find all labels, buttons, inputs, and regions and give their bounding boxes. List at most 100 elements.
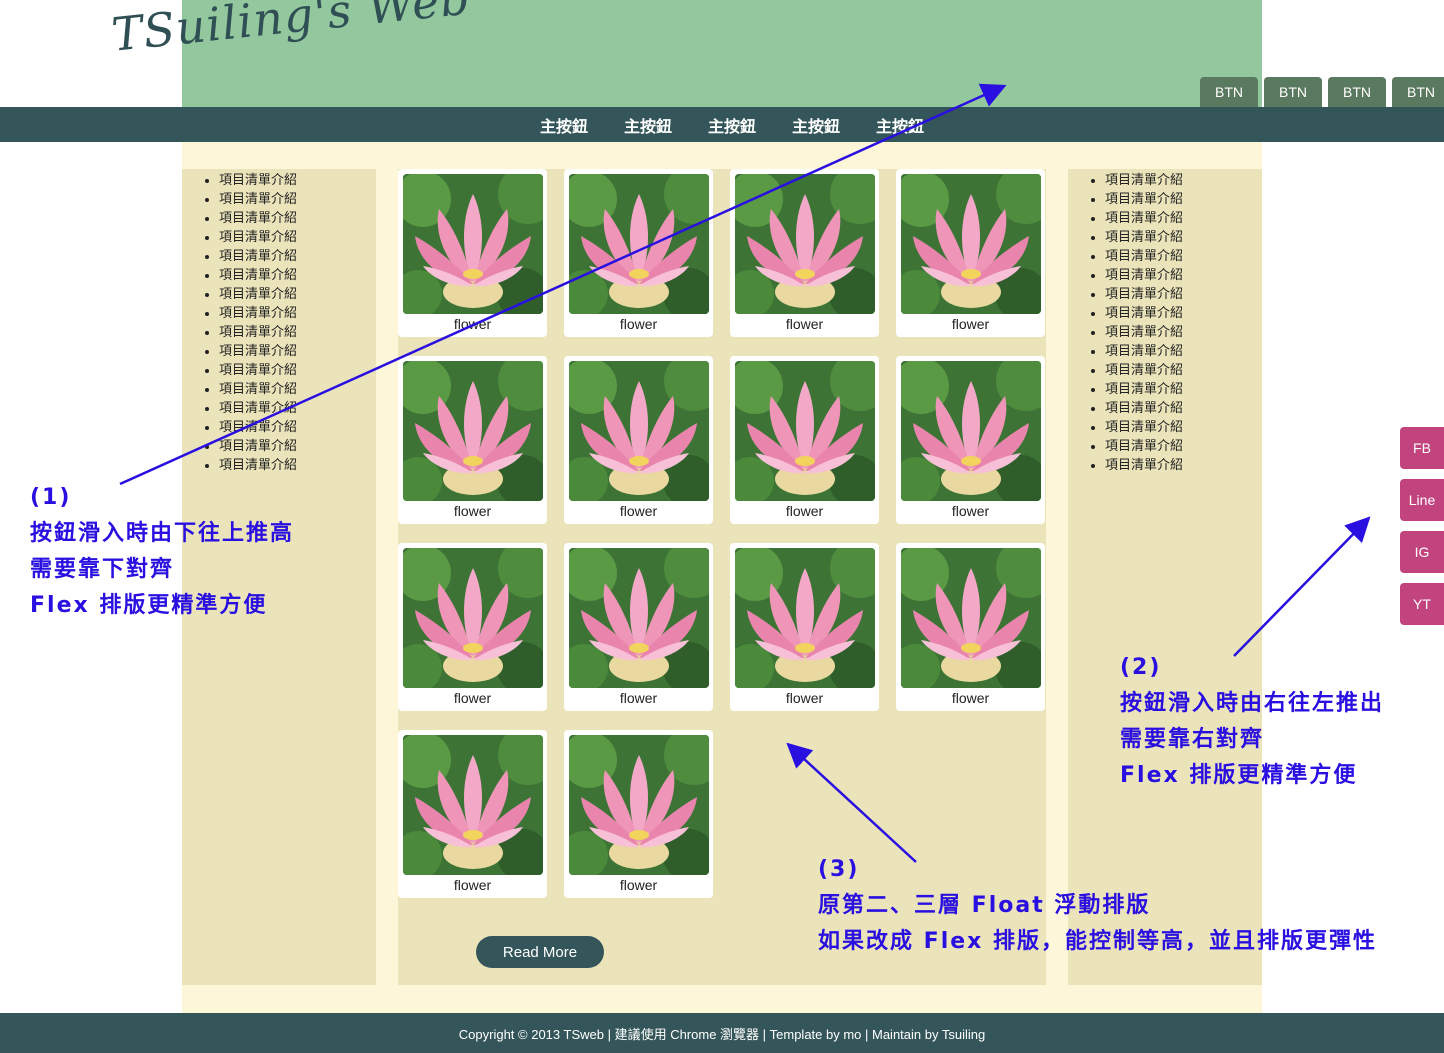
line-button[interactable]: Line xyxy=(1400,479,1444,521)
flower-card[interactable]: flower xyxy=(564,543,713,711)
lotus-image xyxy=(735,548,875,688)
youtube-button[interactable]: YT xyxy=(1400,583,1444,625)
flower-card[interactable]: flower xyxy=(564,730,713,898)
right-sidebar-list: 項目清單介紹 項目清單介紹 項目清單介紹 項目清單介紹 項目清單介紹 項目清單介… xyxy=(1068,171,1262,475)
left-list-item[interactable]: 項目清單介紹 xyxy=(219,190,376,209)
flower-card[interactable]: flower xyxy=(398,169,547,337)
left-list-item[interactable]: 項目清單介紹 xyxy=(219,228,376,247)
note-2-line: 需要靠右對齊 xyxy=(1120,727,1265,752)
nav-item-4[interactable]: 主按鈕 xyxy=(787,113,846,137)
lotus-image xyxy=(403,174,543,314)
left-list-item[interactable]: 項目清單介紹 xyxy=(219,323,376,342)
flower-caption: flower xyxy=(453,690,492,706)
note-1-line: Flex 排版更精準方便 xyxy=(30,593,268,618)
left-list-item[interactable]: 項目清單介紹 xyxy=(219,456,376,475)
left-list-item[interactable]: 項目清單介紹 xyxy=(219,437,376,456)
flower-caption: flower xyxy=(619,877,658,893)
instagram-button[interactable]: IG xyxy=(1400,531,1444,573)
right-list-item[interactable]: 項目清單介紹 xyxy=(1105,228,1262,247)
left-sidebar-list: 項目清單介紹 項目清單介紹 項目清單介紹 項目清單介紹 項目清單介紹 項目清單介… xyxy=(182,171,376,475)
note-3-line: (3) xyxy=(818,857,860,882)
right-list-item[interactable]: 項目清單介紹 xyxy=(1105,171,1262,190)
right-list-item[interactable]: 項目清單介紹 xyxy=(1105,266,1262,285)
flower-card[interactable]: flower xyxy=(564,356,713,524)
note-2-line: Flex 排版更精準方便 xyxy=(1120,763,1358,788)
right-list-item[interactable]: 項目清單介紹 xyxy=(1105,247,1262,266)
top-button-3[interactable]: BTN xyxy=(1328,77,1386,107)
right-list-item[interactable]: 項目清單介紹 xyxy=(1105,418,1262,437)
lotus-image xyxy=(403,548,543,688)
flower-caption: flower xyxy=(453,316,492,332)
flower-card[interactable]: flower xyxy=(730,169,879,337)
right-list-item[interactable]: 項目清單介紹 xyxy=(1105,380,1262,399)
left-list-item[interactable]: 項目清單介紹 xyxy=(219,380,376,399)
flower-caption: flower xyxy=(453,503,492,519)
right-list-item[interactable]: 項目清單介紹 xyxy=(1105,285,1262,304)
left-list-item[interactable]: 項目清單介紹 xyxy=(219,247,376,266)
lotus-image xyxy=(569,548,709,688)
flower-card[interactable]: flower xyxy=(398,543,547,711)
top-button-4[interactable]: BTN xyxy=(1392,77,1444,107)
nav-item-1[interactable]: 主按鈕 xyxy=(535,113,594,137)
nav-item-5[interactable]: 主按鈕 xyxy=(871,113,930,137)
note-1-line: (1) xyxy=(30,485,72,510)
lotus-image xyxy=(901,174,1041,314)
flower-card[interactable]: flower xyxy=(398,356,547,524)
note-2-line: (2) xyxy=(1120,655,1162,680)
flower-card[interactable]: flower xyxy=(564,169,713,337)
flower-caption: flower xyxy=(453,877,492,893)
left-list-item[interactable]: 項目清單介紹 xyxy=(219,399,376,418)
left-list-item[interactable]: 項目清單介紹 xyxy=(219,342,376,361)
flower-card[interactable]: flower xyxy=(398,730,547,898)
flower-card[interactable]: flower xyxy=(896,356,1045,524)
flower-card[interactable]: flower xyxy=(896,169,1045,337)
main-nav: 主按鈕 主按鈕 主按鈕 主按鈕 主按鈕 xyxy=(0,107,1444,142)
note-3-line: 如果改成 Flex 排版，能控制等高，並且排版更彈性 xyxy=(818,929,1378,954)
flower-caption: flower xyxy=(619,503,658,519)
annotation-note-1: (1) 按鈕滑入時由下往上推高 需要靠下對齊 Flex 排版更精準方便 xyxy=(30,480,294,624)
note-1-line: 需要靠下對齊 xyxy=(30,557,175,582)
note-3-line: 原第二、三層 Float 浮動排版 xyxy=(818,893,1151,918)
flower-card[interactable]: flower xyxy=(730,543,879,711)
flower-card[interactable]: flower xyxy=(730,356,879,524)
facebook-button[interactable]: FB xyxy=(1400,427,1444,469)
flower-caption: flower xyxy=(785,503,824,519)
top-button-bar: BTN BTN BTN BTN xyxy=(1200,77,1444,107)
top-button-1[interactable]: BTN xyxy=(1200,77,1258,107)
flower-caption: flower xyxy=(785,316,824,332)
left-list-item[interactable]: 項目清單介紹 xyxy=(219,304,376,323)
flower-caption: flower xyxy=(785,690,824,706)
flower-caption: flower xyxy=(619,316,658,332)
right-list-item[interactable]: 項目清單介紹 xyxy=(1105,190,1262,209)
left-list-item[interactable]: 項目清單介紹 xyxy=(219,285,376,304)
right-list-item[interactable]: 項目清單介紹 xyxy=(1105,342,1262,361)
read-more-button[interactable]: Read More xyxy=(476,936,604,968)
lotus-image xyxy=(569,174,709,314)
flower-card[interactable]: flower xyxy=(896,543,1045,711)
right-list-item[interactable]: 項目清單介紹 xyxy=(1105,399,1262,418)
flower-caption: flower xyxy=(619,690,658,706)
right-list-item[interactable]: 項目清單介紹 xyxy=(1105,437,1262,456)
left-list-item[interactable]: 項目清單介紹 xyxy=(219,171,376,190)
right-list-item[interactable]: 項目清單介紹 xyxy=(1105,323,1262,342)
right-list-item[interactable]: 項目清單介紹 xyxy=(1105,456,1262,475)
right-list-item[interactable]: 項目清單介紹 xyxy=(1105,304,1262,323)
lotus-image xyxy=(403,361,543,501)
flower-caption: flower xyxy=(951,503,990,519)
flower-caption: flower xyxy=(951,316,990,332)
flower-caption: flower xyxy=(951,690,990,706)
left-list-item[interactable]: 項目清單介紹 xyxy=(219,266,376,285)
annotation-note-2: (2) 按鈕滑入時由右往左推出 需要靠右對齊 Flex 排版更精準方便 xyxy=(1120,650,1384,794)
left-list-item[interactable]: 項目清單介紹 xyxy=(219,209,376,228)
lotus-image xyxy=(569,361,709,501)
nav-item-3[interactable]: 主按鈕 xyxy=(703,113,762,137)
top-button-2[interactable]: BTN xyxy=(1264,77,1322,107)
left-list-item[interactable]: 項目清單介紹 xyxy=(219,361,376,380)
lotus-image xyxy=(735,361,875,501)
right-list-item[interactable]: 項目清單介紹 xyxy=(1105,361,1262,380)
lotus-image xyxy=(901,548,1041,688)
note-2-line: 按鈕滑入時由右往左推出 xyxy=(1120,691,1385,716)
nav-item-2[interactable]: 主按鈕 xyxy=(619,113,678,137)
left-list-item[interactable]: 項目清單介紹 xyxy=(219,418,376,437)
right-list-item[interactable]: 項目清單介紹 xyxy=(1105,209,1262,228)
